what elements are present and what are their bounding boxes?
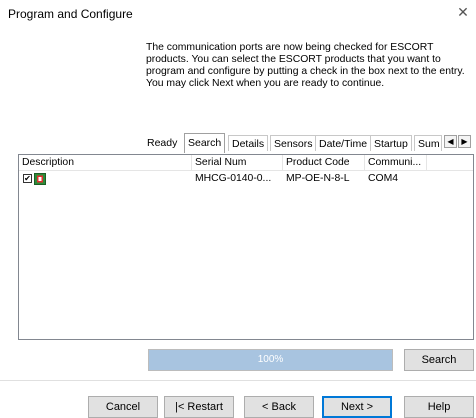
- tab-strip: Ready Search Details Sensors Date/Time S…: [144, 133, 474, 153]
- tab-search[interactable]: Search: [184, 133, 226, 153]
- close-icon[interactable]: ✕: [455, 4, 471, 20]
- search-progress-bar: 100%: [148, 349, 393, 371]
- cell-product-code: MP-OE-N-8-L: [286, 173, 350, 184]
- tab-details[interactable]: Details: [228, 135, 269, 151]
- search-button[interactable]: Search: [404, 349, 474, 371]
- instructions-text: The communication ports are now being ch…: [146, 42, 465, 89]
- tab-ready[interactable]: Ready: [144, 135, 181, 151]
- cancel-button[interactable]: Cancel: [88, 396, 158, 418]
- cell-serial-num: MHCG-0140-0...: [195, 173, 272, 184]
- tab-scroll-right-icon[interactable]: ▶: [458, 135, 471, 148]
- row-checkbox[interactable]: ✔: [23, 174, 32, 183]
- column-header-communication[interactable]: Communi...: [365, 155, 427, 170]
- tab-sensors[interactable]: Sensors: [270, 135, 317, 151]
- next-button[interactable]: Next >: [322, 396, 392, 418]
- tab-summary[interactable]: Sum: [414, 135, 442, 151]
- dialog-title: Program and Configure: [8, 7, 133, 21]
- list-header: Description Serial Num Product Code Comm…: [19, 155, 473, 171]
- restart-button[interactable]: |< Restart: [164, 396, 234, 418]
- tab-startup[interactable]: Startup: [370, 135, 412, 151]
- column-header-product-code[interactable]: Product Code: [283, 155, 365, 170]
- column-header-serial-num[interactable]: Serial Num: [192, 155, 283, 170]
- device-list[interactable]: Description Serial Num Product Code Comm…: [18, 154, 474, 340]
- column-header-description[interactable]: Description: [19, 155, 192, 170]
- tab-scroll-left-icon[interactable]: ◀: [444, 135, 457, 148]
- tab-date-time[interactable]: Date/Time: [315, 135, 372, 151]
- progress-label: 100%: [257, 354, 284, 365]
- help-button[interactable]: Help: [404, 396, 474, 418]
- device-icon: [34, 173, 46, 185]
- separator: [0, 380, 476, 381]
- table-row[interactable]: ✔ MHCG-0140-0... MP-OE-N-8-L COM4: [19, 172, 473, 186]
- cell-communication: COM4: [368, 173, 399, 184]
- back-button[interactable]: < Back: [244, 396, 314, 418]
